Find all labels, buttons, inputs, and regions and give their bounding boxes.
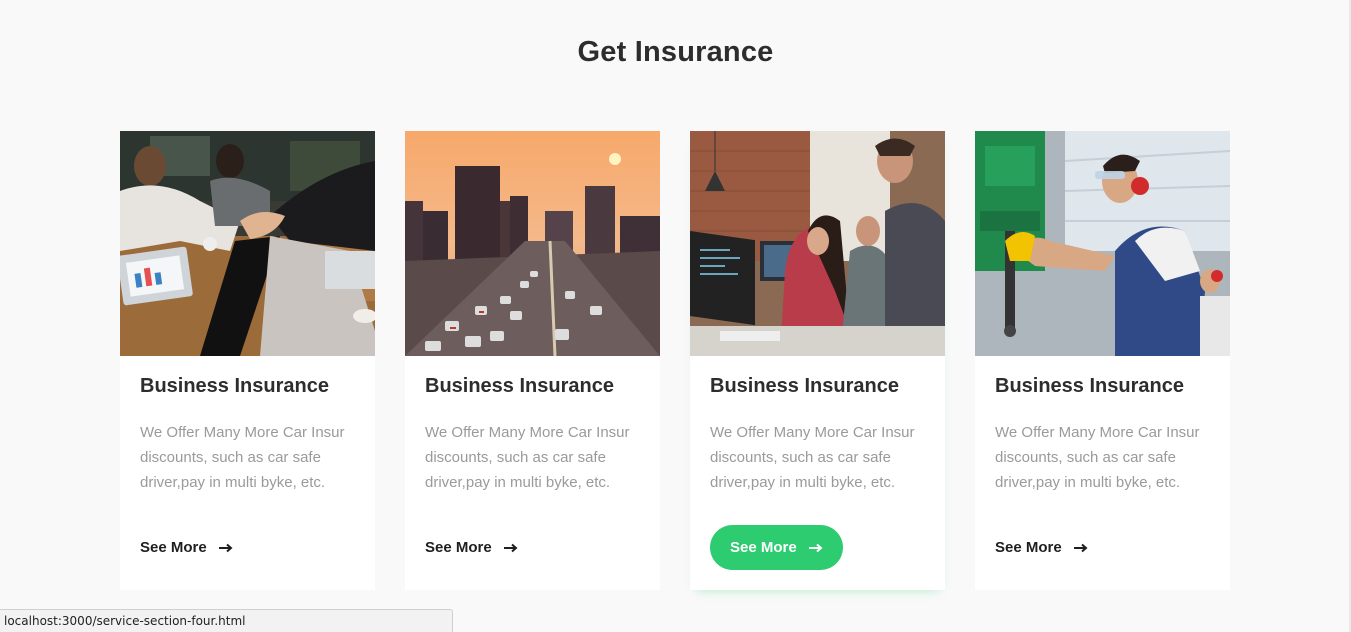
insurance-card: Business Insurance We Offer Many More Ca… bbox=[405, 131, 660, 590]
insurance-card: Business Insurance We Offer Many More Ca… bbox=[690, 131, 945, 590]
arrow-right-icon bbox=[503, 543, 518, 552]
office-developers-photo bbox=[690, 131, 945, 356]
card-title: Business Insurance bbox=[995, 375, 1184, 397]
insurance-card: Business Insurance We Offer Many More Ca… bbox=[975, 131, 1230, 590]
card-description: We Offer Many More Car Insur discounts, … bbox=[710, 424, 915, 491]
see-more-label: See More bbox=[730, 539, 797, 556]
card-description: We Offer Many More Car Insur discounts, … bbox=[425, 424, 630, 491]
see-more-label: See More bbox=[995, 539, 1062, 556]
browser-status-bar: localhost:3000/service-section-four.html bbox=[0, 609, 453, 632]
card-title: Business Insurance bbox=[140, 375, 329, 397]
section-title: Get Insurance bbox=[577, 36, 774, 68]
see-more-label: See More bbox=[425, 539, 492, 556]
card-title: Business Insurance bbox=[425, 375, 614, 397]
insurance-card: Business Insurance We Offer Many More Ca… bbox=[120, 131, 375, 590]
see-more-link[interactable]: See More bbox=[425, 525, 518, 570]
team-hands-stack-photo bbox=[120, 131, 375, 356]
card-description: We Offer Many More Car Insur discounts, … bbox=[140, 424, 345, 491]
see-more-link[interactable]: See More bbox=[995, 525, 1088, 570]
insurance-cards: Business Insurance We Offer Many More Ca… bbox=[120, 131, 1230, 590]
see-more-label: See More bbox=[140, 539, 207, 556]
city-traffic-sunset-photo bbox=[405, 131, 660, 356]
factory-worker-drill-photo bbox=[975, 131, 1230, 356]
card-title: Business Insurance bbox=[710, 375, 899, 397]
see-more-link[interactable]: See More bbox=[140, 525, 233, 570]
arrow-right-icon bbox=[808, 543, 823, 552]
arrow-right-icon bbox=[218, 543, 233, 552]
see-more-button[interactable]: See More bbox=[710, 525, 843, 570]
card-description: We Offer Many More Car Insur discounts, … bbox=[995, 424, 1200, 491]
arrow-right-icon bbox=[1073, 543, 1088, 552]
